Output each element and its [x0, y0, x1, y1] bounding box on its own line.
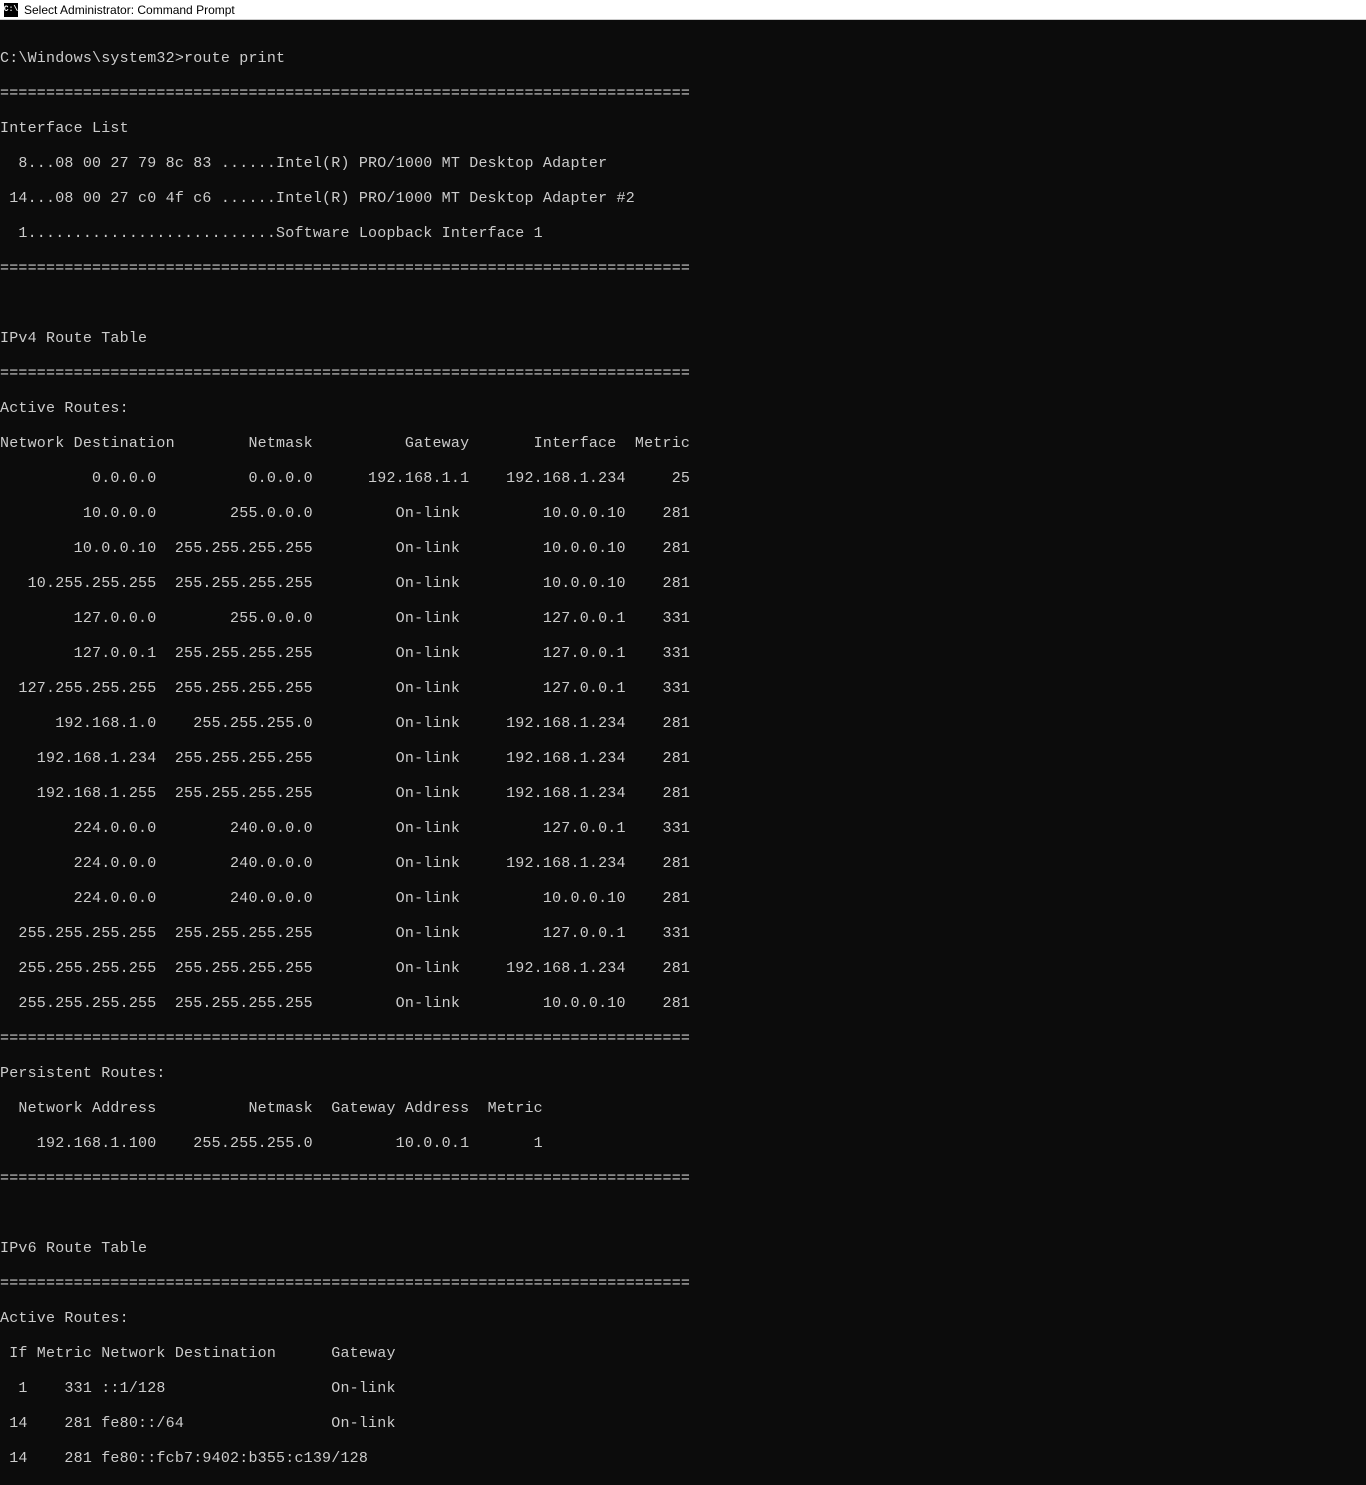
route-row: 0.0.0.0 0.0.0.0 192.168.1.1 192.168.1.23… [0, 470, 1366, 488]
route-row: 10.0.0.0 255.0.0.0 On-link 10.0.0.10 281 [0, 505, 1366, 523]
route-row: 255.255.255.255 255.255.255.255 On-link … [0, 925, 1366, 943]
cmd-icon: C:\ [4, 3, 18, 17]
persistent-route-row: 192.168.1.100 255.255.255.0 10.0.0.1 1 [0, 1135, 1366, 1153]
route-row: 255.255.255.255 255.255.255.255 On-link … [0, 995, 1366, 1013]
ipv6-route-row: 1 331 ::1/128 On-link [0, 1380, 1366, 1398]
route-row: 224.0.0.0 240.0.0.0 On-link 192.168.1.23… [0, 855, 1366, 873]
interface-row: 14...08 00 27 c0 4f c6 ......Intel(R) PR… [0, 190, 1366, 208]
ipv4-columns: Network Destination Netmask Gateway Inte… [0, 435, 1366, 453]
ipv4-header: IPv4 Route Table [0, 330, 1366, 348]
window-title-bar[interactable]: C:\ Select Administrator: Command Prompt [0, 0, 1366, 20]
divider: ========================================… [0, 1170, 1366, 1188]
route-row: 127.0.0.1 255.255.255.255 On-link 127.0.… [0, 645, 1366, 663]
route-row: 192.168.1.0 255.255.255.0 On-link 192.16… [0, 715, 1366, 733]
ipv6-route-row: 14 281 fe80::fcb7:9402:b355:c139/128 [0, 1450, 1366, 1468]
active-routes-label: Active Routes: [0, 1310, 1366, 1328]
divider: ========================================… [0, 85, 1366, 103]
persistent-columns: Network Address Netmask Gateway Address … [0, 1100, 1366, 1118]
interface-row: 1...........................Software Loo… [0, 225, 1366, 243]
window-title: Select Administrator: Command Prompt [24, 3, 235, 17]
divider: ========================================… [0, 1275, 1366, 1293]
route-row: 10.255.255.255 255.255.255.255 On-link 1… [0, 575, 1366, 593]
prompt-line: C:\Windows\system32>route print [0, 50, 1366, 68]
route-row: 192.168.1.234 255.255.255.255 On-link 19… [0, 750, 1366, 768]
route-row: 10.0.0.10 255.255.255.255 On-link 10.0.0… [0, 540, 1366, 558]
blank-line [0, 1205, 1366, 1223]
route-row: 224.0.0.0 240.0.0.0 On-link 127.0.0.1 33… [0, 820, 1366, 838]
route-row: 192.168.1.255 255.255.255.255 On-link 19… [0, 785, 1366, 803]
blank-line [0, 295, 1366, 313]
ipv6-route-row: 14 281 fe80::/64 On-link [0, 1415, 1366, 1433]
interface-list-header: Interface List [0, 120, 1366, 138]
route-row: 127.255.255.255 255.255.255.255 On-link … [0, 680, 1366, 698]
terminal-output[interactable]: C:\Windows\system32>route print ========… [0, 20, 1366, 1485]
route-row: 127.0.0.0 255.0.0.0 On-link 127.0.0.1 33… [0, 610, 1366, 628]
ipv6-header: IPv6 Route Table [0, 1240, 1366, 1258]
divider: ========================================… [0, 260, 1366, 278]
divider: ========================================… [0, 1030, 1366, 1048]
route-row: 224.0.0.0 240.0.0.0 On-link 10.0.0.10 28… [0, 890, 1366, 908]
active-routes-label: Active Routes: [0, 400, 1366, 418]
divider: ========================================… [0, 365, 1366, 383]
route-row: 255.255.255.255 255.255.255.255 On-link … [0, 960, 1366, 978]
interface-row: 8...08 00 27 79 8c 83 ......Intel(R) PRO… [0, 155, 1366, 173]
ipv6-columns: If Metric Network Destination Gateway [0, 1345, 1366, 1363]
persistent-routes-label: Persistent Routes: [0, 1065, 1366, 1083]
